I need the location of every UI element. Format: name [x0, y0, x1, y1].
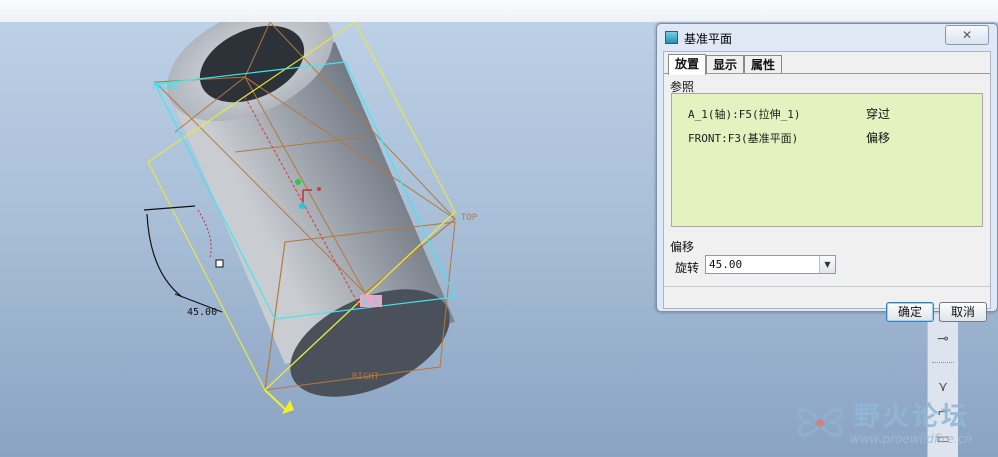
rotation-drag-handle[interactable] — [215, 259, 224, 268]
reference-constraint[interactable]: 穿过 — [866, 105, 890, 122]
rotation-value-combobox[interactable]: 45.00 ▼ — [705, 255, 836, 274]
datum-plane-dialog[interactable]: 基准平面 ✕ 放置 显示 属性 参照 A_1(轴):F5(拉伸_1) 穿过 FR… — [656, 23, 998, 322]
chevron-down-icon[interactable]: ▼ — [819, 256, 835, 273]
tab-properties[interactable]: 属性 — [744, 55, 782, 74]
dialog-title-bar[interactable]: 基准平面 ✕ — [657, 24, 997, 50]
tab-display[interactable]: 显示 — [706, 55, 744, 74]
watermark-title: 野火论坛 — [854, 402, 971, 432]
dialog-title: 基准平面 — [684, 32, 733, 46]
rotation-dimension[interactable] — [143, 205, 223, 313]
butterfly-logo-icon — [797, 408, 843, 437]
offset-label: 偏移 — [670, 240, 695, 254]
forum-watermark: 野火论坛 www.proewildfire.cn — [788, 390, 993, 452]
drag-handle-cyan[interactable] — [299, 203, 305, 209]
axis-label[interactable]: A_1 — [362, 297, 378, 307]
csys-origin — [317, 187, 321, 191]
tab-placement[interactable]: 放置 — [668, 54, 706, 75]
tab-divider — [664, 73, 990, 74]
rotation-label: 旋转 — [675, 261, 700, 275]
cancel-button[interactable]: 取消 — [939, 302, 987, 322]
rotation-preview-arc — [197, 209, 212, 258]
plane-direction-arrow[interactable] — [264, 389, 289, 413]
toolbar-separator — [932, 362, 954, 363]
datum-axis-tool-icon[interactable]: ⊸ — [934, 330, 952, 348]
close-button[interactable]: ✕ — [945, 25, 989, 45]
dialog-body: 放置 显示 属性 参照 A_1(轴):F5(拉伸_1) 穿过 FRONT:F3(… — [663, 51, 991, 322]
dialog-footer-divider — [664, 286, 990, 287]
drag-handle-green[interactable] — [295, 179, 301, 185]
rotation-dimension-value[interactable]: 45.00 — [187, 307, 217, 318]
cylinder-model[interactable] — [149, 22, 466, 419]
ok-button[interactable]: 确定 — [886, 302, 934, 322]
reference-constraint[interactable]: 偏移 — [866, 129, 890, 146]
reference-name[interactable]: FRONT:F3(基准平面) — [688, 130, 798, 146]
application-top-bar — [0, 0, 998, 23]
front-plane-label[interactable]: FRONT — [152, 82, 180, 92]
references-list[interactable]: A_1(轴):F5(拉伸_1) 穿过 FRONT:F3(基准平面) 偏移 — [671, 93, 983, 227]
top-plane-label[interactable]: TOP — [461, 213, 478, 223]
datum-plane-icon — [665, 31, 678, 44]
rotation-value[interactable]: 45.00 — [709, 258, 742, 271]
close-icon: ✕ — [961, 28, 973, 42]
watermark-url: www.proewildfire.cn — [850, 432, 972, 446]
right-plane-label[interactable]: RIGHT — [352, 372, 380, 382]
reference-name[interactable]: A_1(轴):F5(拉伸_1) — [688, 106, 800, 122]
